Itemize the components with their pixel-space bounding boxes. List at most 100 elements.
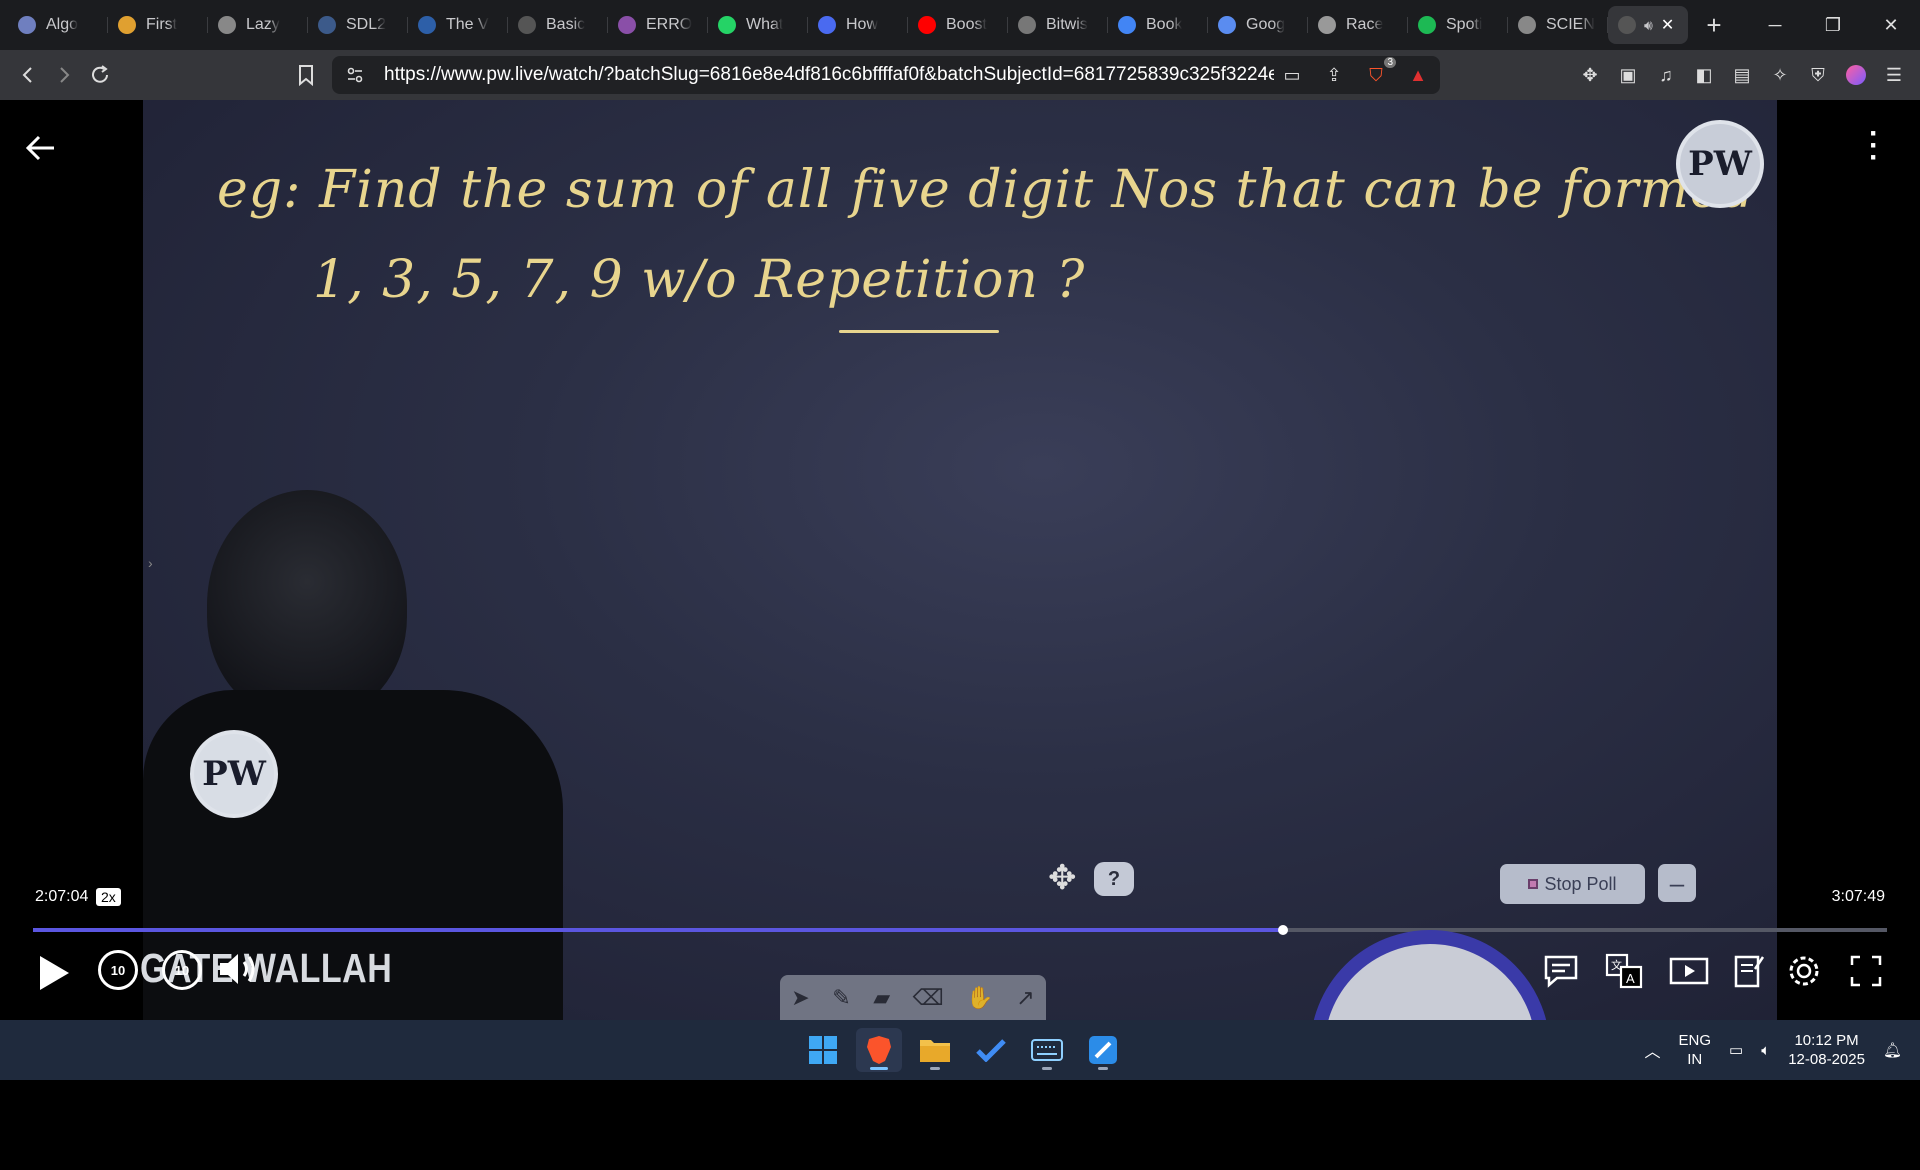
settings-gear-icon[interactable] — [1783, 950, 1825, 992]
maximize-button[interactable]: ❐ — [1804, 0, 1862, 50]
w3-favicon — [418, 16, 436, 34]
board-question-line2: 1, 3, 5, 7, 9 w/o Repetition ? — [313, 250, 1086, 310]
browser-tab[interactable]: Race — [1308, 6, 1408, 44]
media-icon[interactable]: ♫ — [1654, 63, 1678, 87]
shields-badge: 3 — [1384, 57, 1396, 68]
brave-rewards-icon[interactable]: ▲ — [1406, 63, 1430, 87]
wallet-icon[interactable]: ▤ — [1730, 63, 1754, 87]
forward-10-button[interactable]: 10 — [162, 950, 202, 990]
whatsapp-icon — [718, 16, 736, 34]
highlighter-tool-icon[interactable]: ▰ — [873, 985, 890, 1011]
total-time: 3:07:49 — [1831, 888, 1885, 905]
notification-bell-icon[interactable]: 🔔︎ — [1883, 1041, 1902, 1059]
tab-title: Goog — [1246, 16, 1286, 33]
language-indicator[interactable]: ENG IN — [1679, 1031, 1712, 1069]
pointer-tool-icon[interactable]: ➤ — [791, 985, 809, 1011]
browser-tab[interactable]: Basic — [508, 6, 608, 44]
browser-tab[interactable]: Boost — [908, 6, 1008, 44]
brave-browser-icon[interactable] — [856, 1028, 902, 1072]
rewind-10-button[interactable]: 10 — [98, 950, 138, 990]
browser-tab[interactable]: The V — [408, 6, 508, 44]
active-browser-tab[interactable]: 🔊︎ ✕ — [1608, 6, 1688, 44]
stop-poll-button[interactable]: Stop Poll — [1500, 864, 1645, 904]
more-options-icon[interactable]: · · · — [1864, 119, 1884, 173]
tab-title: The V — [446, 16, 489, 33]
window-controls: ─ ❐ ✕ — [1746, 0, 1920, 50]
pw-logo: PW — [1676, 120, 1764, 208]
reading-mode-icon[interactable]: ▣ — [1616, 63, 1640, 87]
share-icon[interactable]: ⇪ — [1322, 63, 1346, 87]
notes-icon[interactable] — [1728, 950, 1770, 992]
browser-tab[interactable]: First — [108, 6, 208, 44]
minimize-poll-button[interactable]: – — [1658, 864, 1696, 902]
extensions-icon[interactable]: ✥ — [1578, 63, 1602, 87]
browser-tab[interactable]: Bitwis — [1008, 6, 1108, 44]
current-time: 2:07:04 — [35, 888, 89, 905]
show-hidden-icons-icon[interactable]: ︿ — [1644, 1038, 1660, 1062]
browser-tab[interactable]: Lazy — [208, 6, 308, 44]
browser-tab[interactable]: ERRO — [608, 6, 708, 44]
chat-icon[interactable] — [1540, 950, 1582, 992]
playback-speed-badge[interactable]: 2x — [96, 888, 121, 906]
browser-tab[interactable]: What — [708, 6, 808, 44]
forward-button[interactable] — [46, 57, 82, 93]
browser-tab[interactable]: Spoti — [1408, 6, 1508, 44]
address-bar[interactable]: https://www.pw.live/watch/?batchSlug=681… — [332, 56, 1440, 94]
arrow-tool-icon[interactable]: ↗ — [1016, 985, 1034, 1011]
seek-bar-thumb[interactable] — [1277, 925, 1288, 935]
video-player[interactable]: eg: Find the sum of all five digit Nos t… — [0, 100, 1920, 1032]
seek-bar[interactable] — [33, 925, 1887, 935]
bookmark-button[interactable] — [288, 57, 324, 93]
globe-icon — [218, 16, 236, 34]
minimize-button[interactable]: ─ — [1746, 0, 1804, 50]
brave-shields-icon[interactable]: ⛉ 3 — [1364, 57, 1396, 87]
volume-button[interactable] — [218, 950, 260, 988]
side-panel-handle-icon[interactable]: › — [148, 555, 153, 571]
close-tab-button[interactable]: ✕ — [1661, 15, 1674, 35]
browser-tab[interactable]: How — [808, 6, 908, 44]
pw-favicon — [1618, 16, 1636, 34]
browser-tab[interactable]: Book — [1108, 6, 1208, 44]
browser-tab[interactable]: SDL2 — [308, 6, 408, 44]
speaker-icon[interactable]: 🔈︎ — [1761, 1042, 1770, 1059]
eraser-tool-icon[interactable]: ⌫ — [913, 985, 944, 1011]
leo-ai-icon[interactable]: ✧ — [1768, 63, 1792, 87]
pen-tool-icon[interactable]: ✎ — [832, 985, 850, 1011]
new-tab-button[interactable]: + — [1694, 5, 1734, 45]
bitwise-favicon — [1018, 16, 1036, 34]
fullscreen-icon[interactable] — [1845, 950, 1887, 992]
menu-icon[interactable]: ☰ — [1882, 63, 1906, 87]
tab-title: Algo — [46, 16, 79, 33]
help-button[interactable]: ? — [1094, 862, 1134, 896]
browser-tab[interactable]: SCIEN — [1508, 6, 1608, 44]
site-settings-icon[interactable] — [346, 66, 364, 84]
browser-tab[interactable]: Goog — [1208, 6, 1308, 44]
move-icon[interactable]: ✥ — [1048, 858, 1077, 898]
paint-icon[interactable] — [1080, 1028, 1126, 1072]
tab-title: How — [846, 16, 879, 33]
vpn-icon[interactable]: ⛨ — [1806, 63, 1830, 87]
play-button[interactable] — [34, 950, 74, 996]
browser-tab[interactable]: Algo — [8, 6, 108, 44]
picture-in-picture-icon[interactable] — [1668, 950, 1710, 992]
file-explorer-icon[interactable] — [912, 1028, 958, 1072]
hand-tool-icon[interactable]: ✋ — [966, 985, 993, 1011]
speaker-icon[interactable]: 🔊︎ — [1644, 17, 1653, 34]
back-button[interactable] — [10, 57, 46, 93]
openai-icon — [1318, 16, 1336, 34]
cast-icon[interactable]: ▭ — [1280, 63, 1304, 87]
clock[interactable]: 10:12 PM 12-08-2025 — [1788, 1031, 1865, 1069]
translate-icon[interactable]: A文 — [1603, 950, 1645, 992]
sidebar-icon[interactable]: ◧ — [1692, 63, 1716, 87]
todo-icon[interactable] — [968, 1028, 1014, 1072]
keyboard-icon[interactable] — [1024, 1028, 1070, 1072]
tab-title: Race — [1346, 16, 1384, 33]
network-icon[interactable]: ▭ — [1729, 1041, 1743, 1059]
tab-title: Book — [1146, 16, 1183, 33]
back-arrow-icon[interactable] — [24, 130, 58, 175]
reload-button[interactable] — [82, 57, 118, 93]
windows-start-icon[interactable] — [800, 1028, 846, 1072]
close-window-button[interactable]: ✕ — [1862, 0, 1920, 50]
profile-icon[interactable] — [1844, 63, 1868, 87]
basic-favicon — [518, 16, 536, 34]
